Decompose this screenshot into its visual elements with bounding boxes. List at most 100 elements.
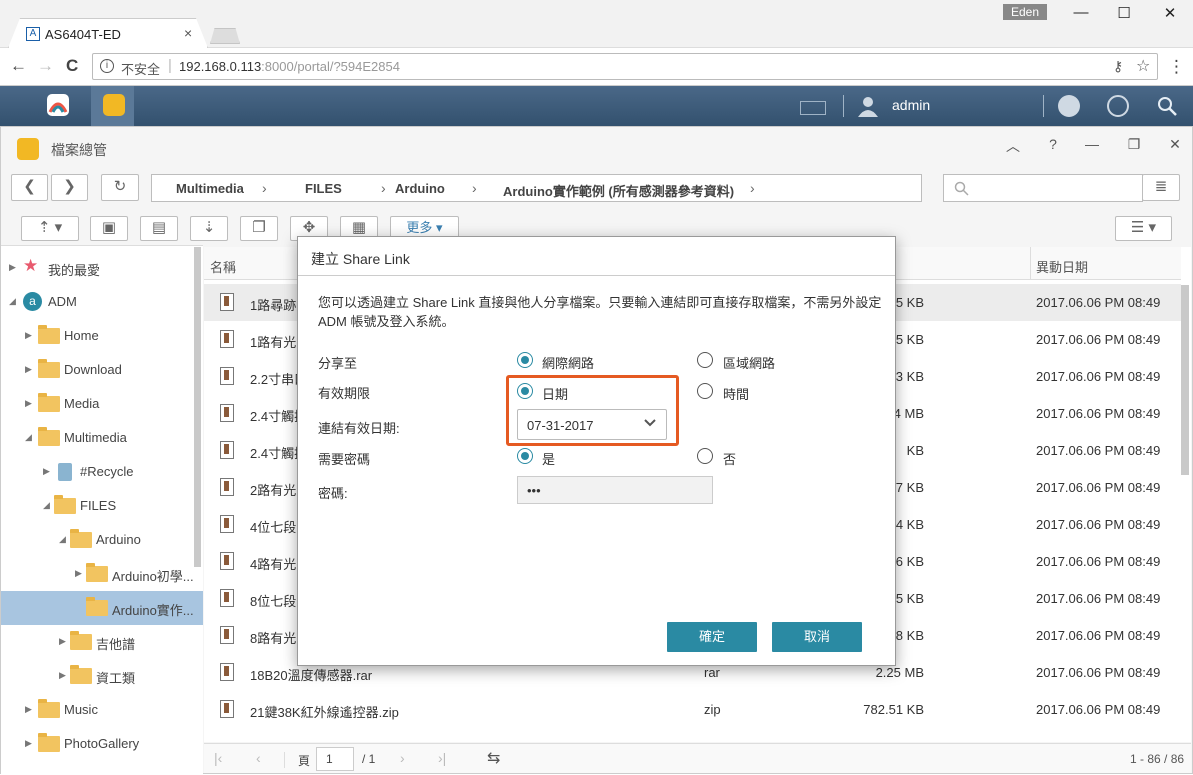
upload-button[interactable]: ⇡ ▾ — [21, 216, 79, 241]
tree-item-files[interactable]: ◢ FILES — [1, 489, 191, 523]
app-center-button[interactable] — [35, 86, 79, 126]
search-input[interactable] — [943, 174, 1143, 202]
tab-close-icon[interactable]: × — [184, 25, 192, 41]
expand-arrow-icon[interactable]: ▶ — [25, 704, 32, 715]
user-icon[interactable] — [856, 95, 880, 120]
refresh-button[interactable]: ↻ — [101, 174, 139, 201]
validity-time-radio[interactable] — [697, 383, 713, 399]
forward-icon[interactable]: → — [37, 56, 54, 76]
next-page-icon[interactable]: › — [400, 750, 405, 766]
profile-badge[interactable]: Eden — [1003, 4, 1047, 20]
nav-forward-button[interactable]: ❯ — [51, 174, 88, 201]
tree-scrollbar[interactable] — [194, 247, 201, 567]
new-folder-button[interactable]: ▣ — [90, 216, 128, 241]
download-button[interactable]: ⇣ — [190, 216, 228, 241]
bookmark-star-icon[interactable]: ☆ — [1136, 56, 1150, 76]
tree-item-cs[interactable]: ▶ 資工類 — [1, 659, 191, 693]
view-mode-dropdown[interactable]: ☰ ▾ — [1115, 216, 1172, 241]
ok-button[interactable]: 確定 — [667, 622, 757, 652]
reload-icon[interactable]: C — [66, 56, 78, 76]
advanced-search-button[interactable]: ≣ — [1142, 174, 1180, 201]
address-bar[interactable]: i 不安全 | 192.168.0.113:8000/portal/?594E2… — [92, 53, 1158, 80]
table-row[interactable]: 21鍵38K紅外線遙控器.zip zip 782.51 KB 2017.06.06 P… — [204, 691, 1181, 728]
tree-item-arduino-examples[interactable]: Arduino實作... — [1, 591, 203, 625]
tree-item-home[interactable]: ▶ Home — [1, 319, 191, 353]
tree-item-arduino-beginner[interactable]: ▶ Arduino初學... — [1, 557, 194, 591]
password-yes-label[interactable]: 是 — [542, 449, 555, 468]
tree-item-music[interactable]: ▶ Music — [1, 693, 191, 727]
browser-tab[interactable]: A AS6404T-ED × — [8, 18, 208, 48]
password-no-label[interactable]: 否 — [723, 449, 736, 468]
prev-page-icon[interactable]: ‹ — [256, 750, 261, 766]
window-restore-icon[interactable]: ❐ — [1122, 136, 1146, 153]
tree-item-label: Multimedia — [64, 430, 127, 445]
key-icon[interactable]: ⚷ — [1113, 58, 1123, 75]
tree-item-guitar-tabs[interactable]: ▶ 吉他譜 — [1, 625, 191, 659]
tree-item-media[interactable]: ▶ Media — [1, 387, 191, 421]
expand-arrow-icon[interactable]: ◢ — [25, 432, 32, 443]
dashboard-gauge-icon[interactable] — [1107, 95, 1129, 117]
maximize-button[interactable]: ☐ — [1109, 4, 1139, 22]
move-to-folder-button[interactable]: ▤ — [140, 216, 178, 241]
keyboard-icon[interactable] — [800, 101, 826, 115]
password-yes-radio[interactable] — [517, 448, 533, 464]
browser-menu-icon[interactable]: ⋮ — [1168, 57, 1185, 77]
window-collapse-icon[interactable]: ︿ — [1001, 136, 1025, 156]
cancel-button[interactable]: 取消 — [772, 622, 862, 652]
info-icon[interactable]: i — [100, 59, 114, 73]
window-close-icon[interactable]: ✕ — [1163, 136, 1187, 153]
notification-bell-icon[interactable] — [1058, 95, 1080, 117]
validity-time-label[interactable]: 時間 — [723, 384, 749, 403]
breadcrumb-item[interactable]: Multimedia — [176, 181, 244, 196]
minimize-button[interactable]: — — [1066, 4, 1096, 21]
expand-arrow-icon[interactable]: ▶ — [75, 568, 82, 579]
share-lan-radio[interactable] — [697, 352, 713, 368]
file-explorer-taskbar-button[interactable] — [91, 86, 134, 126]
expand-arrow-icon[interactable]: ◢ — [59, 534, 66, 545]
last-page-icon[interactable]: ›| — [438, 750, 446, 766]
expand-arrow-icon[interactable]: ▶ — [25, 738, 32, 749]
breadcrumb-item[interactable]: FILES — [305, 181, 342, 196]
password-input[interactable]: ••• — [517, 476, 713, 504]
tree-item-favorites[interactable]: ▶ ★ 我的最愛 — [1, 251, 191, 285]
refresh-list-icon[interactable]: ⇆ — [487, 748, 500, 768]
breadcrumb-item[interactable]: Arduino — [395, 181, 445, 196]
back-icon[interactable]: ← — [10, 56, 27, 76]
copy-button[interactable]: ❐ — [240, 216, 278, 241]
tree-item-arduino[interactable]: ◢ Arduino — [1, 523, 191, 557]
share-lan-label[interactable]: 區域網路 — [723, 353, 775, 372]
nav-back-button[interactable]: ❮ — [11, 174, 48, 201]
tree-item-multimedia[interactable]: ◢ Multimedia — [1, 421, 191, 455]
first-page-icon[interactable]: |‹ — [214, 750, 222, 766]
expand-arrow-icon[interactable]: ▶ — [59, 670, 66, 681]
close-window-button[interactable]: ✕ — [1155, 4, 1185, 22]
expand-arrow-icon[interactable]: ◢ — [9, 296, 16, 307]
expand-arrow-icon[interactable]: ◢ — [43, 500, 50, 511]
tree-item-adm[interactable]: ◢ a ADM — [1, 285, 191, 319]
page-number-input[interactable]: 1 — [316, 747, 354, 771]
column-name-header[interactable]: 名稱 — [210, 257, 236, 276]
tree-item-download[interactable]: ▶ Download — [1, 353, 191, 387]
breadcrumb-item[interactable]: Arduino實作範例 (所有感測器參考資料) — [503, 181, 734, 200]
share-link-dialog: 建立 Share Link 您可以透過建立 Share Link 直接與他人分享… — [297, 236, 896, 666]
expand-arrow-icon[interactable]: ▶ — [25, 398, 32, 409]
window-help-icon[interactable]: ? — [1041, 136, 1065, 152]
new-tab-button[interactable] — [210, 28, 240, 44]
file-date: 2017.06.06 PM 08:49 — [1036, 591, 1161, 606]
tree-item-recycle[interactable]: ▶ #Recycle — [1, 455, 191, 489]
username-label[interactable]: admin — [892, 97, 930, 113]
share-internet-radio[interactable] — [517, 352, 533, 368]
list-scrollbar[interactable] — [1181, 285, 1189, 475]
window-minimize-icon[interactable]: — — [1080, 136, 1104, 152]
tree-item-photogallery[interactable]: ▶ PhotoGallery — [1, 727, 191, 761]
asustor-favicon-icon: A — [26, 27, 40, 41]
column-date-header[interactable]: 異動日期 — [1036, 257, 1088, 276]
expand-arrow-icon[interactable]: ▶ — [25, 364, 32, 375]
share-internet-label[interactable]: 網際網路 — [542, 353, 594, 372]
expand-arrow-icon[interactable]: ▶ — [59, 636, 66, 647]
expand-arrow-icon[interactable]: ▶ — [9, 262, 16, 273]
expand-arrow-icon[interactable]: ▶ — [25, 330, 32, 341]
password-no-radio[interactable] — [697, 448, 713, 464]
search-icon[interactable] — [1156, 95, 1178, 120]
expand-arrow-icon[interactable]: ▶ — [43, 466, 50, 477]
